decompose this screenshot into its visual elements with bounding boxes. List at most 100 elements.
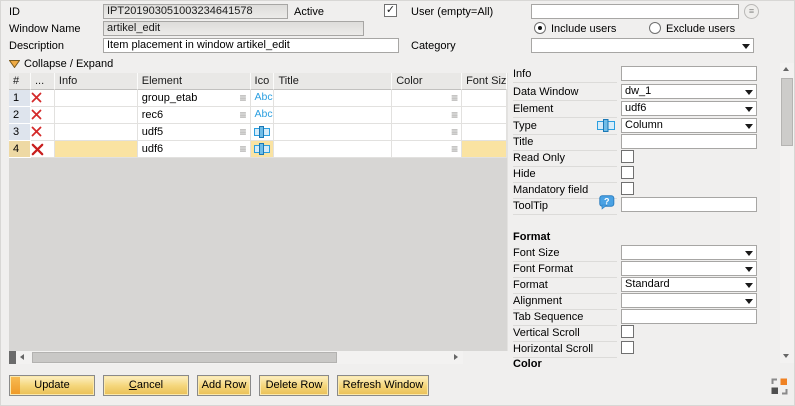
font-size-cell[interactable] (462, 90, 507, 107)
choose-color-icon[interactable]: ≡ (451, 91, 458, 105)
include-users-label[interactable]: Include users (551, 23, 616, 36)
data-window-dropdown[interactable]: dw_1 (621, 84, 757, 99)
row-number[interactable]: 4 (9, 141, 31, 158)
font-size-cell[interactable] (462, 107, 507, 124)
scroll-up-button[interactable] (780, 63, 794, 76)
icon-cell[interactable] (251, 124, 275, 141)
col-header-icon[interactable]: Ico (251, 73, 275, 90)
delete-row-cell[interactable] (31, 124, 55, 141)
type-dropdown[interactable]: Column (621, 118, 757, 133)
cancel-button[interactable]: Cancel (103, 375, 189, 396)
title-cell[interactable] (274, 124, 392, 141)
element-cell[interactable]: udf6≡ (138, 141, 251, 158)
color-cell[interactable]: ≡ (392, 141, 462, 158)
choose-color-icon[interactable]: ≡ (451, 142, 458, 156)
delete-row-cell[interactable] (31, 141, 55, 158)
chevron-down-icon (745, 299, 753, 304)
alignment-dropdown[interactable] (621, 293, 757, 308)
row-number[interactable]: 2 (9, 107, 31, 124)
scroll-down-button[interactable] (780, 350, 794, 363)
active-checkbox[interactable]: ✓ (384, 4, 397, 17)
info-cell[interactable] (55, 124, 138, 141)
font-format-dropdown[interactable] (621, 261, 757, 276)
tab-sequence-input[interactable] (621, 309, 757, 324)
table-row-selected[interactable]: 4 udf6≡ ≡ (9, 141, 507, 158)
font-size-dropdown[interactable] (621, 245, 757, 260)
horizontal-scrollbar[interactable] (9, 351, 463, 364)
col-header-element[interactable]: Element (138, 73, 251, 90)
element-cell[interactable]: rec6≡ (138, 107, 251, 124)
add-row-button[interactable]: Add Row (197, 375, 251, 396)
choose-color-icon[interactable]: ≡ (451, 125, 458, 139)
resize-grip-icon[interactable] (771, 378, 788, 395)
tooltip-input[interactable] (621, 197, 757, 212)
color-cell[interactable]: ≡ (392, 90, 462, 107)
vscroll-thumb[interactable] (781, 78, 793, 146)
chevron-down-icon (745, 251, 753, 256)
delete-row-button[interactable]: Delete Row (259, 375, 329, 396)
static-text-icon: Abc (255, 91, 273, 103)
horizontal-scroll-checkbox[interactable] (621, 341, 634, 354)
info-cell[interactable] (55, 141, 138, 158)
table-row[interactable]: 3 udf5≡ ≡ (9, 124, 507, 141)
element-dropdown[interactable]: udf6 (621, 101, 757, 116)
panel-info-input[interactable] (621, 66, 757, 81)
choose-element-icon[interactable]: ≡ (240, 108, 247, 122)
scroll-right-button[interactable] (449, 351, 463, 364)
chevron-down-icon (745, 267, 753, 272)
hscroll-thumb[interactable] (32, 352, 337, 363)
color-section-header: Color (513, 358, 542, 371)
col-header-num[interactable]: # (9, 73, 31, 90)
description-input[interactable]: Item placement in window artikel_edit (103, 38, 399, 53)
col-header-color[interactable]: Color (392, 73, 462, 90)
panel-title-input[interactable] (621, 134, 757, 149)
update-button[interactable]: Update (9, 375, 95, 396)
table-row[interactable]: 1 group_etab≡ Abc ≡ (9, 90, 507, 107)
user-input[interactable] (531, 4, 739, 19)
font-size-cell[interactable] (462, 124, 507, 141)
info-cell[interactable] (55, 90, 138, 107)
category-dropdown[interactable] (531, 38, 754, 53)
choose-element-icon[interactable]: ≡ (240, 142, 247, 156)
mandatory-field-checkbox[interactable] (621, 182, 634, 195)
col-header-info[interactable]: Info (55, 73, 138, 90)
table-row[interactable]: 2 rec6≡ Abc ≡ (9, 107, 507, 124)
choose-element-icon[interactable]: ≡ (240, 125, 247, 139)
hide-checkbox[interactable] (621, 166, 634, 179)
title-cell[interactable] (274, 90, 392, 107)
info-cell[interactable] (55, 107, 138, 124)
exclude-users-label[interactable]: Exclude users (666, 23, 735, 36)
vertical-scrollbar[interactable] (780, 63, 794, 363)
hscroll-track[interactable] (30, 351, 449, 364)
row-number[interactable]: 3 (9, 124, 31, 141)
color-cell[interactable]: ≡ (392, 124, 462, 141)
icon-cell[interactable]: Abc (251, 107, 275, 124)
delete-row-cell[interactable] (31, 90, 55, 107)
delete-row-cell[interactable] (31, 107, 55, 124)
title-cell[interactable] (274, 141, 392, 158)
vertical-scroll-checkbox[interactable] (621, 325, 634, 338)
col-header-font-size[interactable]: Font Size (462, 73, 507, 90)
item-placement-form: ID IPT201903051003234641578 Active ✓ Use… (0, 0, 795, 406)
vscroll-track[interactable] (780, 76, 794, 350)
icon-cell[interactable] (251, 141, 275, 158)
read-only-checkbox[interactable] (621, 150, 634, 163)
title-cell[interactable] (274, 107, 392, 124)
user-choose-button[interactable]: ≡ (744, 4, 759, 19)
icon-cell[interactable]: Abc (251, 90, 275, 107)
include-users-radio[interactable] (534, 22, 546, 34)
col-header-title[interactable]: Title (274, 73, 392, 90)
font-size-cell[interactable] (462, 141, 507, 158)
row-number[interactable]: 1 (9, 90, 31, 107)
refresh-window-button[interactable]: Refresh Window (337, 375, 429, 396)
element-cell[interactable]: udf5≡ (138, 124, 251, 141)
choose-element-icon[interactable]: ≡ (240, 91, 247, 105)
col-header-delete[interactable]: ... (31, 73, 55, 90)
collapse-expand-toggle[interactable]: Collapse / Expand (9, 58, 113, 70)
color-cell[interactable]: ≡ (392, 107, 462, 124)
scroll-left-button[interactable] (16, 351, 30, 364)
element-cell[interactable]: group_etab≡ (138, 90, 251, 107)
exclude-users-radio[interactable] (649, 22, 661, 34)
choose-color-icon[interactable]: ≡ (451, 108, 458, 122)
format-dropdown[interactable]: Standard (621, 277, 757, 292)
